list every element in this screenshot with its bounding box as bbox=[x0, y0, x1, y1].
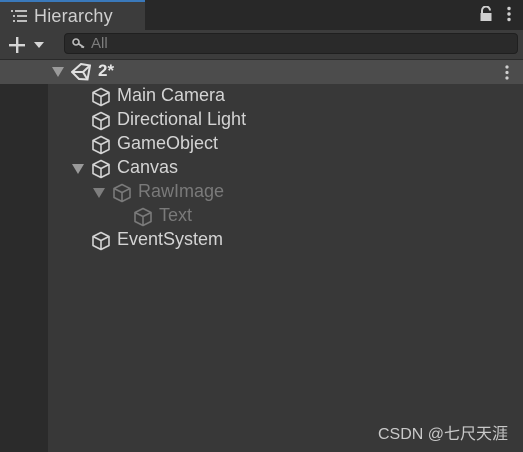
cube-icon bbox=[92, 135, 110, 155]
kebab-menu-icon[interactable] bbox=[507, 6, 511, 22]
hierarchy-item-eventsystem[interactable]: EventSystem bbox=[0, 228, 523, 252]
scene-menu-icon[interactable] bbox=[505, 65, 509, 80]
tab-bar: Hierarchy bbox=[0, 0, 523, 30]
search-field[interactable] bbox=[64, 33, 518, 54]
hierarchy-item-main-camera[interactable]: Main Camera bbox=[0, 84, 523, 108]
item-label: Text bbox=[159, 205, 193, 225]
hierarchy-item-directional-light[interactable]: Directional Light bbox=[0, 108, 523, 132]
add-button[interactable] bbox=[7, 35, 47, 55]
search-icon bbox=[72, 38, 85, 49]
cube-icon bbox=[113, 183, 131, 203]
tab-hierarchy[interactable]: Hierarchy bbox=[0, 0, 145, 30]
toolbar bbox=[0, 30, 523, 60]
item-label: Directional Light bbox=[117, 109, 247, 129]
chevron-down-icon bbox=[34, 42, 44, 48]
lock-icon[interactable] bbox=[479, 6, 493, 22]
unity-logo-icon bbox=[71, 63, 91, 81]
cube-icon bbox=[92, 231, 110, 251]
cube-icon bbox=[92, 87, 110, 107]
scene-name: 2* bbox=[98, 61, 115, 80]
hierarchy-item-rawimage[interactable]: RawImage bbox=[0, 180, 523, 204]
fold-arrow-icon[interactable] bbox=[72, 164, 84, 175]
panel-title: Hierarchy bbox=[34, 5, 113, 26]
list-icon bbox=[11, 10, 27, 22]
item-label: Main Camera bbox=[117, 85, 226, 105]
fold-arrow-icon[interactable] bbox=[93, 188, 105, 199]
cube-icon bbox=[92, 111, 110, 131]
scene-row[interactable]: 2* bbox=[0, 60, 523, 84]
hierarchy-item-canvas[interactable]: Canvas bbox=[0, 156, 523, 180]
item-label: RawImage bbox=[138, 181, 225, 201]
item-label: GameObject bbox=[117, 133, 219, 153]
watermark: CSDN @七尺天涯 bbox=[377, 426, 508, 443]
tab-tools bbox=[479, 6, 511, 22]
item-label: EventSystem bbox=[117, 229, 224, 249]
fold-arrow-icon[interactable] bbox=[52, 67, 64, 78]
hierarchy-item-gameobject[interactable]: GameObject bbox=[0, 132, 523, 156]
cube-icon bbox=[92, 159, 110, 179]
plus-icon bbox=[9, 37, 25, 53]
item-label: Canvas bbox=[117, 157, 179, 177]
search-input[interactable] bbox=[91, 35, 471, 52]
cube-icon bbox=[134, 207, 152, 227]
hierarchy-item-text[interactable]: Text bbox=[0, 204, 523, 228]
